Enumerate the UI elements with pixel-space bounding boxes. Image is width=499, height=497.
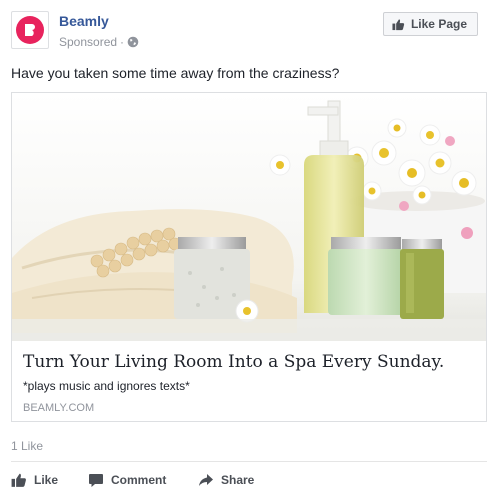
thumbs-up-icon xyxy=(392,18,405,31)
like-page-button[interactable]: Like Page xyxy=(382,12,478,36)
like-label: Like xyxy=(34,473,59,487)
like-page-label: Like Page xyxy=(410,17,467,31)
likes-count[interactable]: 1 Like xyxy=(11,439,43,453)
action-bar: Like Comment Share xyxy=(11,468,487,492)
link-preview-card[interactable]: Turn Your Living Room Into a Spa Every S… xyxy=(11,92,487,422)
spa-products-image xyxy=(12,93,486,341)
card-domain: BEAMLY.COM xyxy=(23,402,95,414)
globe-icon[interactable] xyxy=(127,36,139,48)
beamly-logo-icon xyxy=(16,16,44,44)
divider xyxy=(11,461,487,462)
share-label: Share xyxy=(221,473,255,487)
comment-button[interactable]: Comment xyxy=(88,472,198,488)
like-button[interactable]: Like xyxy=(11,472,88,488)
post-message: Have you taken some time away from the c… xyxy=(11,65,340,81)
sponsored-label[interactable]: Sponsored xyxy=(59,35,117,49)
share-arrow-icon xyxy=(198,472,214,488)
comment-label: Comment xyxy=(111,473,167,487)
card-headline[interactable]: Turn Your Living Room Into a Spa Every S… xyxy=(23,352,473,372)
post-header: Beamly Sponsored · Like Page xyxy=(11,11,489,55)
card-description: *plays music and ignores texts* xyxy=(23,379,190,393)
share-button[interactable]: Share xyxy=(198,472,254,488)
post-meta: Sponsored · xyxy=(59,35,139,49)
page-name-link[interactable]: Beamly xyxy=(59,13,109,29)
comment-icon xyxy=(88,472,104,488)
card-body: Turn Your Living Room Into a Spa Every S… xyxy=(12,341,486,421)
meta-separator: · xyxy=(120,35,125,49)
page-avatar[interactable] xyxy=(11,11,49,49)
thumbs-up-icon xyxy=(11,472,27,488)
